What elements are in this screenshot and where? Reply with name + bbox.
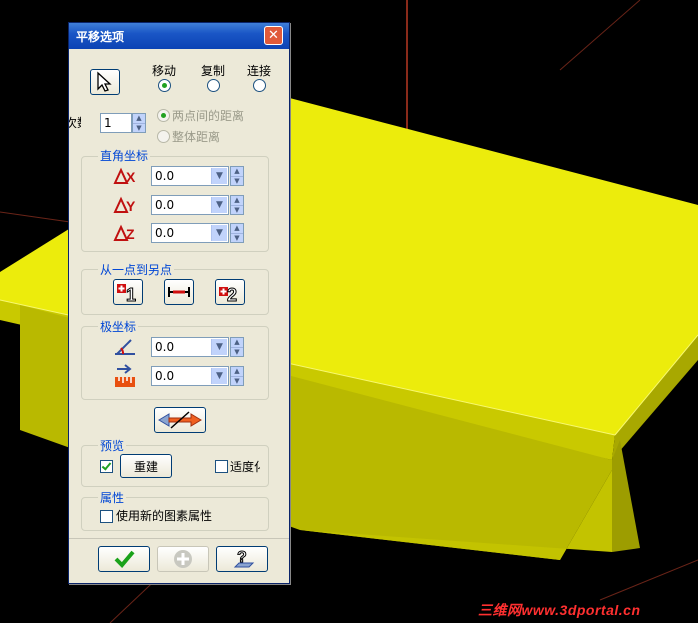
svg-text:1: 1 — [126, 285, 136, 304]
polar-angle-value: 0.0 — [155, 340, 175, 354]
count-input[interactable]: 1 — [100, 113, 132, 133]
to-point-2-icon: 2 — [219, 285, 238, 306]
dialog-title: 平移选项 — [76, 30, 125, 44]
delta-x-icon: X — [113, 167, 139, 189]
mode-move-label: 移动 — [152, 64, 177, 78]
attributes-title: 属性 — [98, 489, 127, 506]
x-axis-line — [0, 211, 71, 223]
mode-copy-radio[interactable] — [207, 79, 220, 92]
from-point-1-icon: 1 — [117, 284, 137, 306]
chevron-down-icon[interactable]: ▼ — [211, 197, 227, 213]
add-plus-icon — [174, 550, 192, 568]
delta-y-spinner[interactable]: ▲ ▼ — [230, 195, 244, 215]
count-label: 次数 — [69, 116, 81, 130]
close-button[interactable]: ✕ — [264, 26, 283, 45]
help-icon: ? — [233, 549, 255, 568]
delta-x-value: 0.0 — [155, 169, 175, 183]
ok-button[interactable] — [98, 546, 150, 572]
mode-move-radio[interactable] — [158, 79, 171, 92]
select-cursor-icon — [97, 71, 112, 92]
fit-checkbox[interactable] — [215, 460, 228, 473]
mode-join-radio[interactable] — [253, 79, 266, 92]
chevron-down-icon[interactable]: ▼ — [211, 168, 227, 184]
use-new-attributes-label: 使用新的图素属性 — [116, 509, 213, 523]
reverse-direction-button[interactable] — [154, 407, 206, 433]
distance-two-points-radio[interactable] — [157, 109, 170, 122]
count-value: 1 — [104, 116, 112, 130]
close-icon: ✕ — [268, 28, 279, 43]
spin-up-icon[interactable]: ▲ — [231, 167, 243, 177]
spin-up-icon[interactable]: ▲ — [231, 196, 243, 206]
fit-label: 适度化 — [230, 460, 260, 474]
svg-text:Y: Y — [126, 198, 136, 214]
watermark: 三维网www.3dportal.cn — [478, 602, 641, 618]
delta-z-combo[interactable]: 0.0 ▼ — [151, 223, 229, 243]
mode-copy-label: 复制 — [201, 64, 226, 78]
select-entities-button[interactable] — [90, 69, 120, 95]
spin-down-icon[interactable]: ▼ — [231, 177, 243, 186]
polar-length-combo[interactable]: 0.0 ▼ — [151, 366, 229, 386]
spin-up-icon[interactable]: ▲ — [133, 114, 145, 124]
polar-coords-title: 极坐标 — [98, 318, 139, 335]
polar-length-value: 0.0 — [155, 369, 175, 383]
diag-axis-line — [559, 0, 641, 71]
distance-total-label: 整体距离 — [172, 130, 221, 144]
distance-button[interactable] — [164, 279, 194, 305]
translate-options-dialog: 平移选项 ✕ 移动 复制 连接 次数 1 ▲▼ 两点间的距离 整体距离 直角坐标… — [68, 22, 290, 584]
count-spinner[interactable]: ▲ ▼ — [132, 113, 146, 133]
polar-length-spinner[interactable]: ▲ ▼ — [230, 366, 244, 386]
svg-text:X: X — [126, 169, 136, 185]
use-new-attributes-checkbox[interactable] — [100, 510, 113, 523]
fit-label-clip: 适度化 — [230, 457, 260, 475]
point-to-point-title: 从一点到另点 — [98, 261, 175, 278]
distance-two-points-label: 两点间的距离 — [172, 109, 245, 123]
distance-total-radio[interactable] — [157, 130, 170, 143]
angle-icon — [113, 337, 139, 361]
spin-down-icon[interactable]: ▼ — [231, 348, 243, 357]
svg-text:?: ? — [237, 549, 247, 566]
delta-x-combo[interactable]: 0.0 ▼ — [151, 166, 229, 186]
spin-down-icon[interactable]: ▼ — [231, 234, 243, 243]
to-point-2-button[interactable]: 2 — [215, 279, 245, 306]
help-button[interactable]: ? — [216, 546, 268, 572]
spin-down-icon[interactable]: ▼ — [231, 206, 243, 215]
model-leg-right — [612, 440, 640, 552]
rect-coords-title: 直角坐标 — [98, 147, 151, 164]
spin-down-icon[interactable]: ▼ — [133, 124, 145, 133]
polar-angle-combo[interactable]: 0.0 ▼ — [151, 337, 229, 357]
delta-z-value: 0.0 — [155, 226, 175, 240]
rebuild-label: 重建 — [133, 460, 158, 474]
delta-y-icon: Y — [113, 196, 139, 218]
svg-text:2: 2 — [227, 285, 237, 304]
spin-up-icon[interactable]: ▲ — [231, 338, 243, 348]
count-label-clip: 次数 — [69, 113, 81, 131]
length-icon — [113, 364, 139, 394]
chevron-down-icon[interactable]: ▼ — [211, 368, 227, 384]
delta-z-icon: Z — [113, 224, 139, 246]
delta-y-combo[interactable]: 0.0 ▼ — [151, 195, 229, 215]
lower-axis-line — [599, 559, 698, 601]
spin-down-icon[interactable]: ▼ — [231, 377, 243, 386]
rebuild-button[interactable]: 重建 — [120, 454, 172, 478]
polar-angle-spinner[interactable]: ▲ ▼ — [230, 337, 244, 357]
spin-up-icon[interactable]: ▲ — [231, 224, 243, 234]
ok-check-icon — [114, 550, 135, 568]
mode-join-label: 连接 — [247, 64, 272, 78]
chevron-down-icon[interactable]: ▼ — [211, 225, 227, 241]
apply-button[interactable] — [157, 546, 209, 572]
svg-text:Z: Z — [126, 226, 135, 242]
from-point-1-button[interactable]: 1 — [113, 279, 143, 306]
rebuild-checkbox[interactable] — [100, 460, 113, 473]
distance-icon — [168, 287, 190, 297]
reverse-direction-icon — [158, 411, 202, 429]
title-bar[interactable]: 平移选项 ✕ — [69, 23, 289, 49]
delta-y-value: 0.0 — [155, 198, 175, 212]
preview-title: 预览 — [98, 437, 127, 454]
spin-up-icon[interactable]: ▲ — [231, 367, 243, 377]
footer-divider — [69, 538, 289, 539]
delta-x-spinner[interactable]: ▲ ▼ — [230, 166, 244, 186]
delta-z-spinner[interactable]: ▲ ▼ — [230, 223, 244, 243]
chevron-down-icon[interactable]: ▼ — [211, 339, 227, 355]
